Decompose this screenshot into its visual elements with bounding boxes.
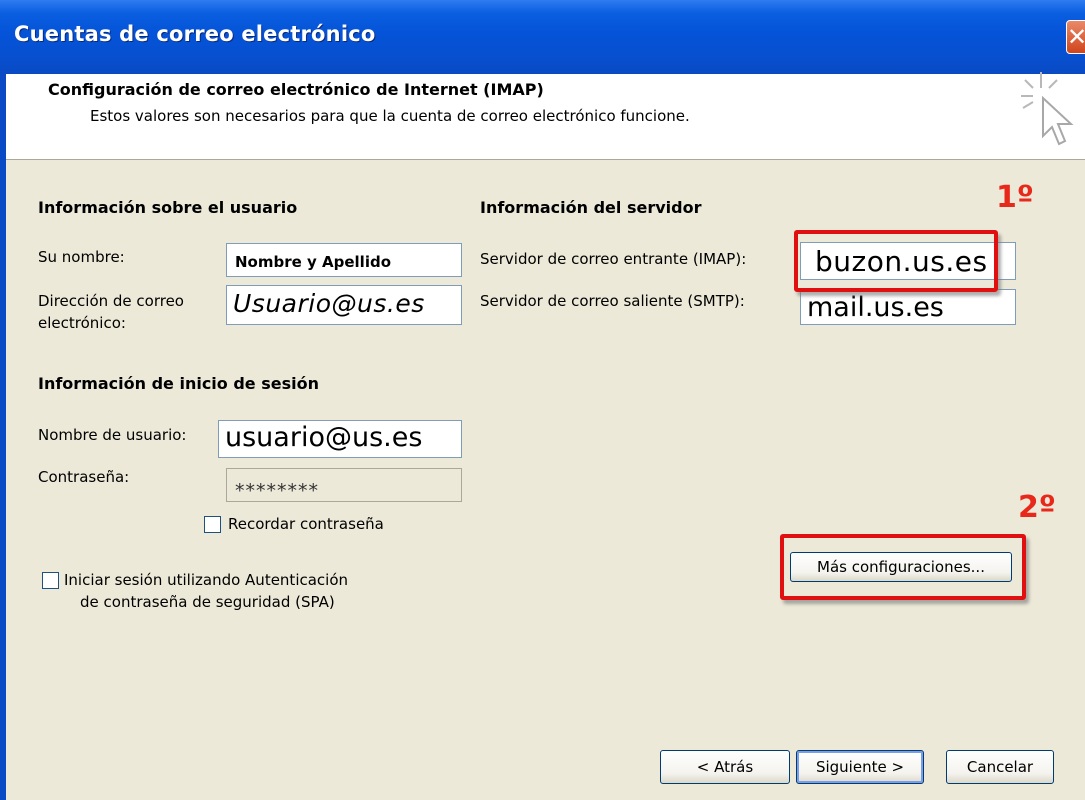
username-field[interactable]: usuario@us.es	[218, 420, 462, 458]
username-field-value: usuario@us.es	[225, 422, 423, 453]
incoming-server-highlight	[794, 230, 998, 292]
step-2-annotation: 2º	[1018, 490, 1056, 525]
email-field[interactable]: Usuario@us.es	[226, 285, 462, 325]
cursor-sparkle-icon	[1021, 72, 1074, 146]
close-icon: ✕	[1067, 23, 1085, 51]
incoming-server-label: Servidor de correo entrante (IMAP):	[480, 250, 747, 268]
name-label: Su nombre:	[38, 248, 125, 266]
email-label-line2: electrónico:	[38, 314, 126, 332]
password-field[interactable]: ********	[226, 468, 462, 502]
dialog-body: Información sobre el usuario Su nombre: …	[6, 160, 1085, 800]
spa-checkbox[interactable]	[42, 572, 59, 589]
cancel-button[interactable]: Cancelar	[946, 750, 1054, 784]
username-label: Nombre de usuario:	[38, 426, 187, 444]
name-field-value: Nombre y Apellido	[235, 253, 392, 271]
more-settings-button[interactable]: Más configuraciones...	[790, 552, 1012, 582]
name-field[interactable]: Nombre y Apellido	[226, 243, 462, 277]
back-button[interactable]: < Atrás	[660, 750, 790, 784]
login-info-heading: Información de inicio de sesión	[38, 374, 319, 393]
close-button[interactable]: ✕	[1066, 20, 1085, 54]
remember-password-checkbox[interactable]	[204, 516, 221, 533]
outgoing-server-label: Servidor de correo saliente (SMTP):	[480, 292, 745, 310]
window-title: Cuentas de correo electrónico	[14, 22, 376, 46]
user-info-heading: Información sobre el usuario	[38, 198, 298, 217]
page-subtitle: Estos valores son necesarios para que la…	[90, 107, 690, 125]
title-bar: Cuentas de correo electrónico ✕	[0, 0, 1085, 74]
spa-label-line2: de contraseña de seguridad (SPA)	[80, 593, 335, 611]
server-info-heading: Información del servidor	[480, 198, 702, 217]
next-button[interactable]: Siguiente >	[796, 750, 924, 784]
header-panel: Configuración de correo electrónico de I…	[6, 72, 1085, 160]
remember-password-label: Recordar contraseña	[228, 515, 384, 533]
email-field-value: Usuario@us.es	[233, 289, 425, 318]
page-title: Configuración de correo electrónico de I…	[48, 80, 544, 99]
outgoing-server-value: mail.us.es	[807, 292, 944, 323]
email-label-line1: Dirección de correo	[38, 292, 184, 310]
step-1-annotation: 1º	[996, 180, 1034, 215]
outgoing-server-field[interactable]: mail.us.es	[800, 289, 1016, 325]
spa-label-line1: Iniciar sesión utilizando Autenticación	[64, 571, 349, 589]
password-label: Contraseña:	[38, 468, 130, 486]
password-field-value: ********	[235, 480, 319, 502]
